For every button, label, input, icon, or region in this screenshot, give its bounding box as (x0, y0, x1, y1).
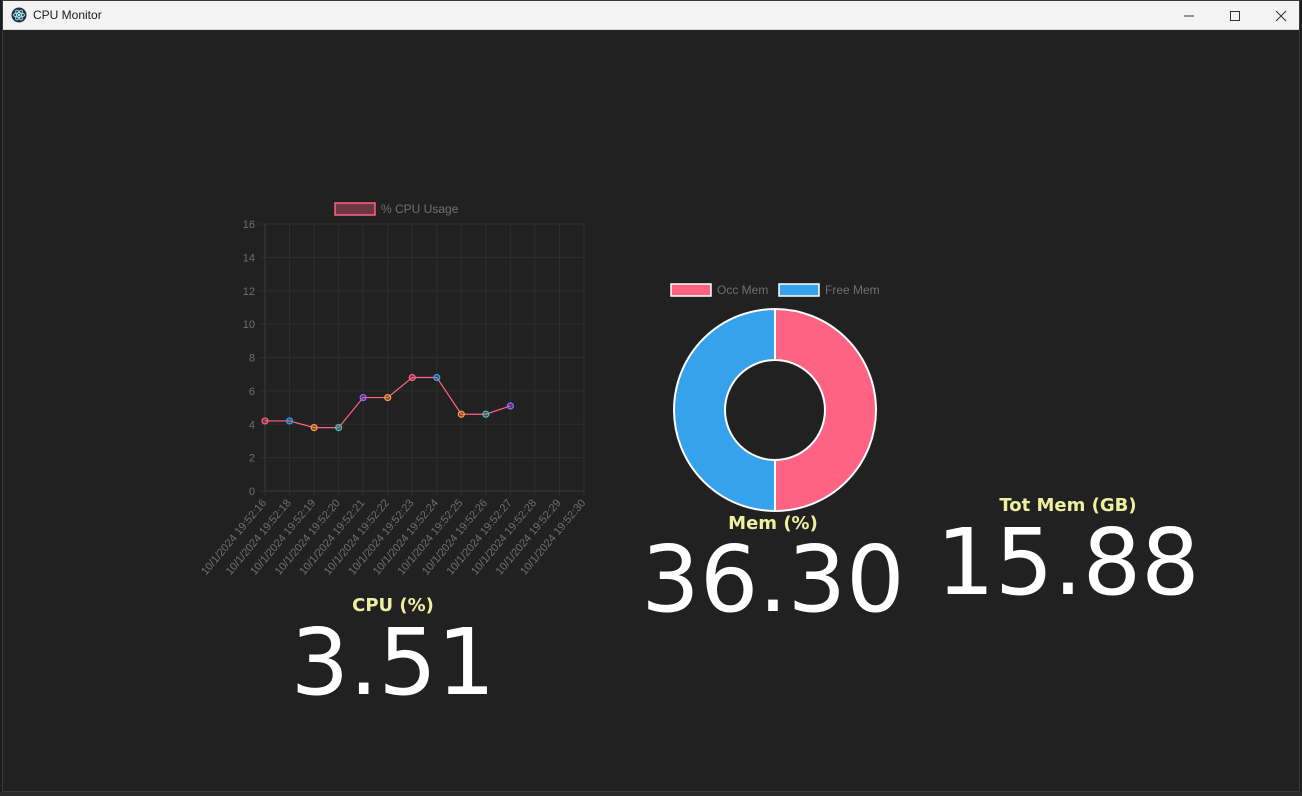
cpu-data-point[interactable] (261, 417, 269, 425)
legend-label-occ-mem[interactable]: Occ Mem (717, 283, 768, 297)
maximize-button[interactable] (1212, 1, 1258, 30)
taskbar-edge (0, 792, 1302, 796)
mem-value: 36.30 (641, 526, 905, 633)
y-tick-label: 6 (249, 386, 255, 398)
cpu-data-point[interactable] (384, 393, 392, 402)
cpu-data-point[interactable] (408, 373, 416, 382)
doughnut-slice-occ-mem[interactable] (774, 307, 877, 513)
cpu-data-point[interactable] (285, 417, 294, 425)
cpu-chart-y-axis: 0 2 4 6 8 10 12 14 16 (243, 219, 255, 498)
minimize-button[interactable] (1166, 1, 1212, 30)
title-bar[interactable]: CPU Monitor (3, 1, 1299, 30)
y-tick-label: 10 (243, 319, 255, 331)
y-tick-label: 8 (249, 353, 255, 365)
cpu-value: 3.51 (290, 609, 496, 716)
window-title: CPU Monitor (33, 8, 102, 22)
cpu-chart-legend[interactable]: % CPU Usage (334, 202, 459, 216)
legend-label-free-mem[interactable]: Free Mem (825, 283, 880, 297)
cpu-chart-x-axis: 10/1/2024 19:52:1610/1/2024 19:52:1810/1… (199, 497, 588, 577)
maximize-icon (1230, 11, 1240, 21)
minimize-icon (1184, 15, 1194, 17)
electron-app-icon (11, 7, 27, 23)
y-tick-label: 4 (249, 419, 255, 431)
y-tick-label: 16 (243, 219, 255, 231)
cpu-data-point[interactable] (310, 423, 318, 432)
cpu-data-point[interactable] (433, 373, 441, 382)
cpu-data-point[interactable] (506, 402, 514, 410)
y-tick-label: 2 (249, 453, 255, 465)
legend-swatch-free-mem[interactable] (778, 283, 820, 297)
cpu-usage-line-chart: % CPU Usage 0 2 4 6 8 10 12 14 16 10/1/2024 19:5… (199, 202, 588, 578)
legend-swatch-cpu[interactable] (334, 202, 376, 216)
legend-swatch-occ-mem[interactable] (670, 283, 712, 297)
app-window: CPU Monitor % CPU Usage 0 2 4 6 8 10 12 14 16 10… (2, 0, 1300, 792)
y-tick-label: 14 (243, 252, 255, 264)
memory-doughnut-chart: Occ Mem Free Mem (670, 283, 880, 513)
y-tick-label: 0 (249, 486, 255, 498)
y-tick-label: 12 (243, 286, 255, 298)
doughnut-slice-free-mem[interactable] (673, 307, 776, 513)
cpu-data-point[interactable] (335, 423, 343, 432)
close-button[interactable] (1258, 1, 1302, 30)
tot-mem-value: 15.88 (936, 509, 1200, 616)
cpu-data-point[interactable] (457, 410, 465, 418)
cpu-data-point[interactable] (482, 410, 490, 418)
cpu-data-point[interactable] (359, 393, 367, 402)
memory-chart-slices (673, 307, 877, 513)
cpu-chart-grid (259, 223, 585, 496)
memory-chart-legend[interactable]: Occ Mem Free Mem (670, 283, 880, 297)
legend-label-cpu[interactable]: % CPU Usage (381, 202, 459, 216)
close-icon (1275, 10, 1287, 22)
